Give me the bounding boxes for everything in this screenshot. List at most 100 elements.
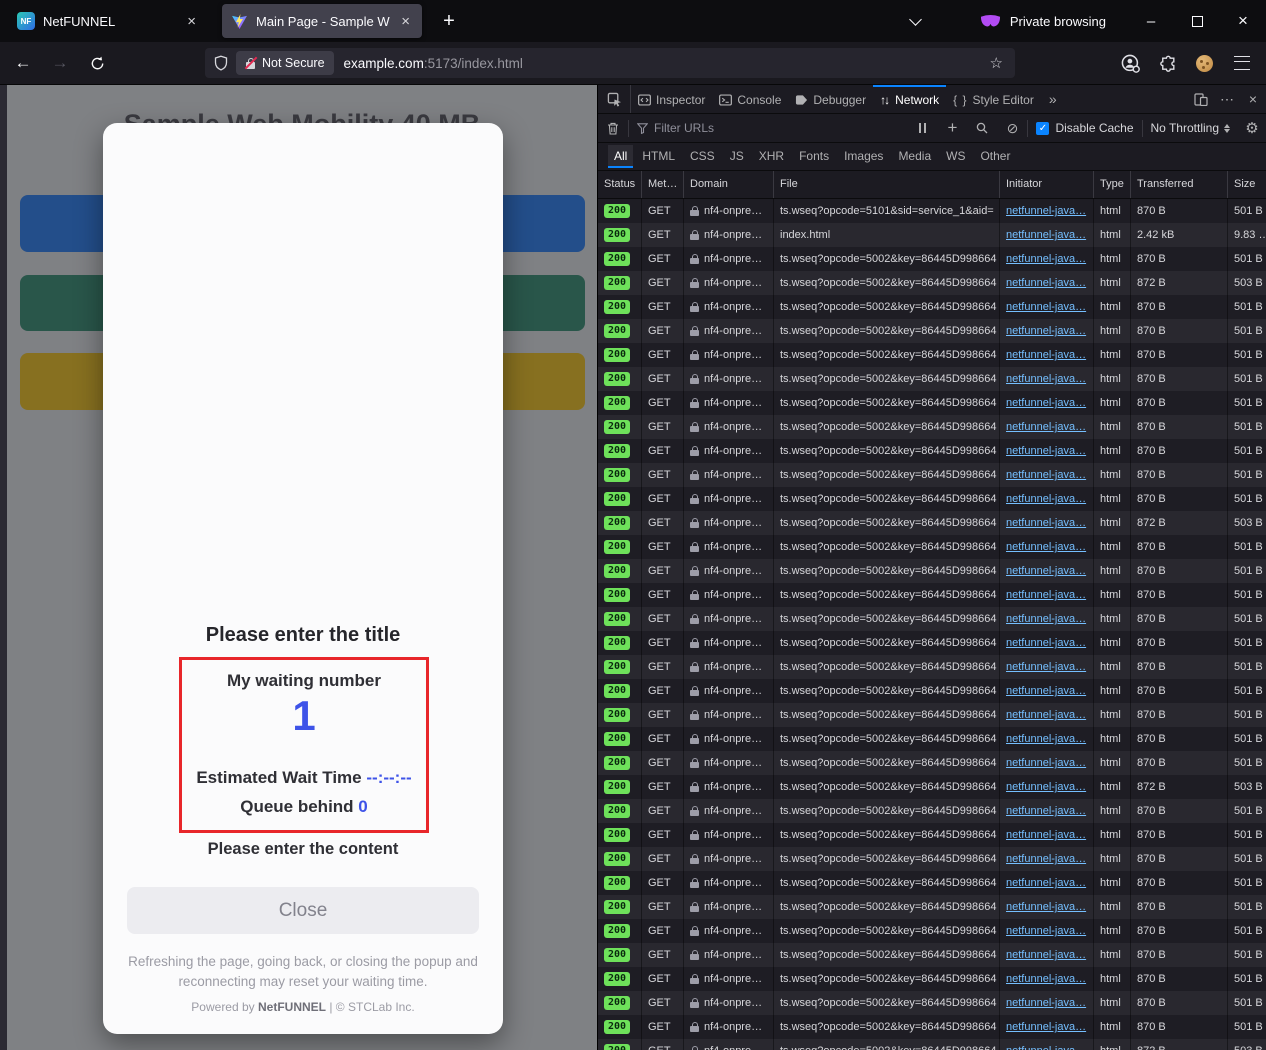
network-request-row[interactable]: 200 GET nf4-onpre… ts.wseq?opcode=5002&k… xyxy=(598,583,1266,607)
initiator-link[interactable]: netfunnel-java… xyxy=(1006,511,1086,535)
initiator-link[interactable]: netfunnel-java… xyxy=(1006,223,1086,247)
browser-tab-main-page[interactable]: Main Page - Sample Web × xyxy=(222,4,422,38)
initiator-link[interactable]: netfunnel-java… xyxy=(1006,607,1086,631)
pause-recording-icon[interactable] xyxy=(907,123,937,133)
initiator-link[interactable]: netfunnel-java… xyxy=(1006,727,1086,751)
network-request-row[interactable]: 200 GET nf4-onpre… ts.wseq?opcode=5002&k… xyxy=(598,775,1266,799)
tab-inspector[interactable]: Inspector xyxy=(631,85,712,113)
network-request-row[interactable]: 200 GET nf4-onpre… ts.wseq?opcode=5002&k… xyxy=(598,367,1266,391)
not-secure-chip[interactable]: Not Secure xyxy=(236,51,334,75)
search-icon[interactable] xyxy=(967,122,997,134)
url-bar[interactable]: Not Secure example.com:5173/index.html ☆ xyxy=(205,48,1015,78)
filter-fonts[interactable]: Fonts xyxy=(793,145,835,168)
initiator-link[interactable]: netfunnel-java… xyxy=(1006,631,1086,655)
disable-cache-control[interactable]: ✓ Disable Cache xyxy=(1028,121,1141,135)
initiator-link[interactable]: netfunnel-java… xyxy=(1006,271,1086,295)
tab-console[interactable]: Console xyxy=(712,85,788,113)
network-request-row[interactable]: 200 GET nf4-onpre… ts.wseq?opcode=5002&k… xyxy=(598,727,1266,751)
maximize-button[interactable] xyxy=(1174,0,1220,42)
network-request-row[interactable]: 200 GET nf4-onpre… ts.wseq?opcode=5002&k… xyxy=(598,847,1266,871)
network-request-row[interactable]: 200 GET nf4-onpre… ts.wseq?opcode=5002&k… xyxy=(598,871,1266,895)
network-request-row[interactable]: 200 GET nf4-onpre… ts.wseq?opcode=5002&k… xyxy=(598,415,1266,439)
column-method[interactable]: Met… xyxy=(642,171,684,198)
disable-cache-checkbox[interactable]: ✓ xyxy=(1036,122,1049,135)
initiator-link[interactable]: netfunnel-java… xyxy=(1006,559,1086,583)
initiator-link[interactable]: netfunnel-java… xyxy=(1006,343,1086,367)
tab-network[interactable]: ↑↓ Network xyxy=(873,85,946,113)
throttling-select[interactable]: No Throttling xyxy=(1143,121,1238,135)
extensions-puzzle-icon[interactable] xyxy=(1156,51,1180,75)
network-request-row[interactable]: 200 GET nf4-onpre… ts.wseq?opcode=5002&k… xyxy=(598,799,1266,823)
network-request-row[interactable]: 200 GET nf4-onpre… ts.wseq?opcode=5002&k… xyxy=(598,943,1266,967)
network-request-row[interactable]: 200 GET nf4-onpre… ts.wseq?opcode=5002&k… xyxy=(598,535,1266,559)
menu-hamburger-icon[interactable] xyxy=(1230,51,1254,75)
tab-close-icon[interactable]: × xyxy=(184,13,199,30)
network-request-row[interactable]: 200 GET nf4-onpre… ts.wseq?opcode=5002&k… xyxy=(598,391,1266,415)
block-requests-icon[interactable]: ⊘ xyxy=(997,120,1027,137)
initiator-link[interactable]: netfunnel-java… xyxy=(1006,943,1086,967)
initiator-link[interactable]: netfunnel-java… xyxy=(1006,439,1086,463)
initiator-link[interactable]: netfunnel-java… xyxy=(1006,775,1086,799)
column-type[interactable]: Type xyxy=(1094,171,1131,198)
initiator-link[interactable]: netfunnel-java… xyxy=(1006,415,1086,439)
column-domain[interactable]: Domain xyxy=(684,171,774,198)
initiator-link[interactable]: netfunnel-java… xyxy=(1006,751,1086,775)
minimize-button[interactable]: – xyxy=(1128,0,1174,42)
initiator-link[interactable]: netfunnel-java… xyxy=(1006,391,1086,415)
column-file[interactable]: File xyxy=(774,171,1000,198)
filter-ws[interactable]: WS xyxy=(940,145,971,168)
network-request-row[interactable]: 200 GET nf4-onpre… ts.wseq?opcode=5101&s… xyxy=(598,199,1266,223)
initiator-link[interactable]: netfunnel-java… xyxy=(1006,295,1086,319)
tab-debugger[interactable]: Debugger xyxy=(788,85,873,113)
network-request-row[interactable]: 200 GET nf4-onpre… ts.wseq?opcode=5002&k… xyxy=(598,655,1266,679)
network-request-row[interactable]: 200 GET nf4-onpre… ts.wseq?opcode=5002&k… xyxy=(598,823,1266,847)
network-request-row[interactable]: 200 GET nf4-onpre… ts.wseq?opcode=5002&k… xyxy=(598,703,1266,727)
initiator-link[interactable]: netfunnel-java… xyxy=(1006,991,1086,1015)
network-request-row[interactable]: 200 GET nf4-onpre… ts.wseq?opcode=5002&k… xyxy=(598,751,1266,775)
responsive-design-mode-icon[interactable] xyxy=(1188,93,1214,106)
initiator-link[interactable]: netfunnel-java… xyxy=(1006,487,1086,511)
browser-tab-netfunnel[interactable]: NF NetFUNNEL × xyxy=(8,4,208,38)
clear-requests-trash-icon[interactable] xyxy=(598,122,628,135)
more-tabs-chevrons-icon[interactable]: » xyxy=(1041,85,1065,113)
initiator-link[interactable]: netfunnel-java… xyxy=(1006,535,1086,559)
network-request-row[interactable]: 200 GET nf4-onpre… ts.wseq?opcode=5002&k… xyxy=(598,511,1266,535)
close-window-button[interactable]: × xyxy=(1220,0,1266,42)
new-tab-button[interactable]: + xyxy=(436,10,462,33)
network-request-row[interactable]: 200 GET nf4-onpre… ts.wseq?opcode=5002&k… xyxy=(598,271,1266,295)
network-request-row[interactable]: 200 GET nf4-onpre… ts.wseq?opcode=5002&k… xyxy=(598,967,1266,991)
initiator-link[interactable]: netfunnel-java… xyxy=(1006,679,1086,703)
network-request-row[interactable]: 200 GET nf4-onpre… ts.wseq?opcode=5002&k… xyxy=(598,295,1266,319)
filter-other[interactable]: Other xyxy=(974,145,1016,168)
network-request-row[interactable]: 200 GET nf4-onpre… ts.wseq?opcode=5002&k… xyxy=(598,991,1266,1015)
new-request-plus-icon[interactable]: + xyxy=(937,118,967,138)
initiator-link[interactable]: netfunnel-java… xyxy=(1006,799,1086,823)
filter-all[interactable]: All xyxy=(608,145,633,168)
back-button[interactable]: ← xyxy=(6,42,40,84)
network-request-row[interactable]: 200 GET nf4-onpre… index.html netfunnel-… xyxy=(598,223,1266,247)
initiator-link[interactable]: netfunnel-java… xyxy=(1006,655,1086,679)
column-size[interactable]: Size xyxy=(1228,171,1266,198)
column-initiator[interactable]: Initiator xyxy=(1000,171,1094,198)
filter-xhr[interactable]: XHR xyxy=(753,145,790,168)
initiator-link[interactable]: netfunnel-java… xyxy=(1006,847,1086,871)
network-request-row[interactable]: 200 GET nf4-onpre… ts.wseq?opcode=5002&k… xyxy=(598,463,1266,487)
pick-element-icon[interactable] xyxy=(598,85,631,113)
shield-icon[interactable] xyxy=(213,55,229,71)
initiator-link[interactable]: netfunnel-java… xyxy=(1006,367,1086,391)
account-icon[interactable] xyxy=(1118,51,1142,75)
filter-html[interactable]: HTML xyxy=(636,145,681,168)
filter-images[interactable]: Images xyxy=(838,145,889,168)
reload-button[interactable] xyxy=(80,42,114,84)
initiator-link[interactable]: netfunnel-java… xyxy=(1006,1039,1086,1050)
devtools-close-icon[interactable]: × xyxy=(1240,91,1266,107)
column-status[interactable]: Status xyxy=(598,171,642,198)
devtools-options-icon[interactable]: ⋯ xyxy=(1214,91,1240,108)
network-request-row[interactable]: 200 GET nf4-onpre… ts.wseq?opcode=5002&k… xyxy=(598,1039,1266,1050)
network-request-row[interactable]: 200 GET nf4-onpre… ts.wseq?opcode=5002&k… xyxy=(598,487,1266,511)
initiator-link[interactable]: netfunnel-java… xyxy=(1006,703,1086,727)
initiator-link[interactable]: netfunnel-java… xyxy=(1006,319,1086,343)
network-request-row[interactable]: 200 GET nf4-onpre… ts.wseq?opcode=5002&k… xyxy=(598,319,1266,343)
bookmark-star-icon[interactable]: ☆ xyxy=(986,54,1007,72)
initiator-link[interactable]: netfunnel-java… xyxy=(1006,895,1086,919)
